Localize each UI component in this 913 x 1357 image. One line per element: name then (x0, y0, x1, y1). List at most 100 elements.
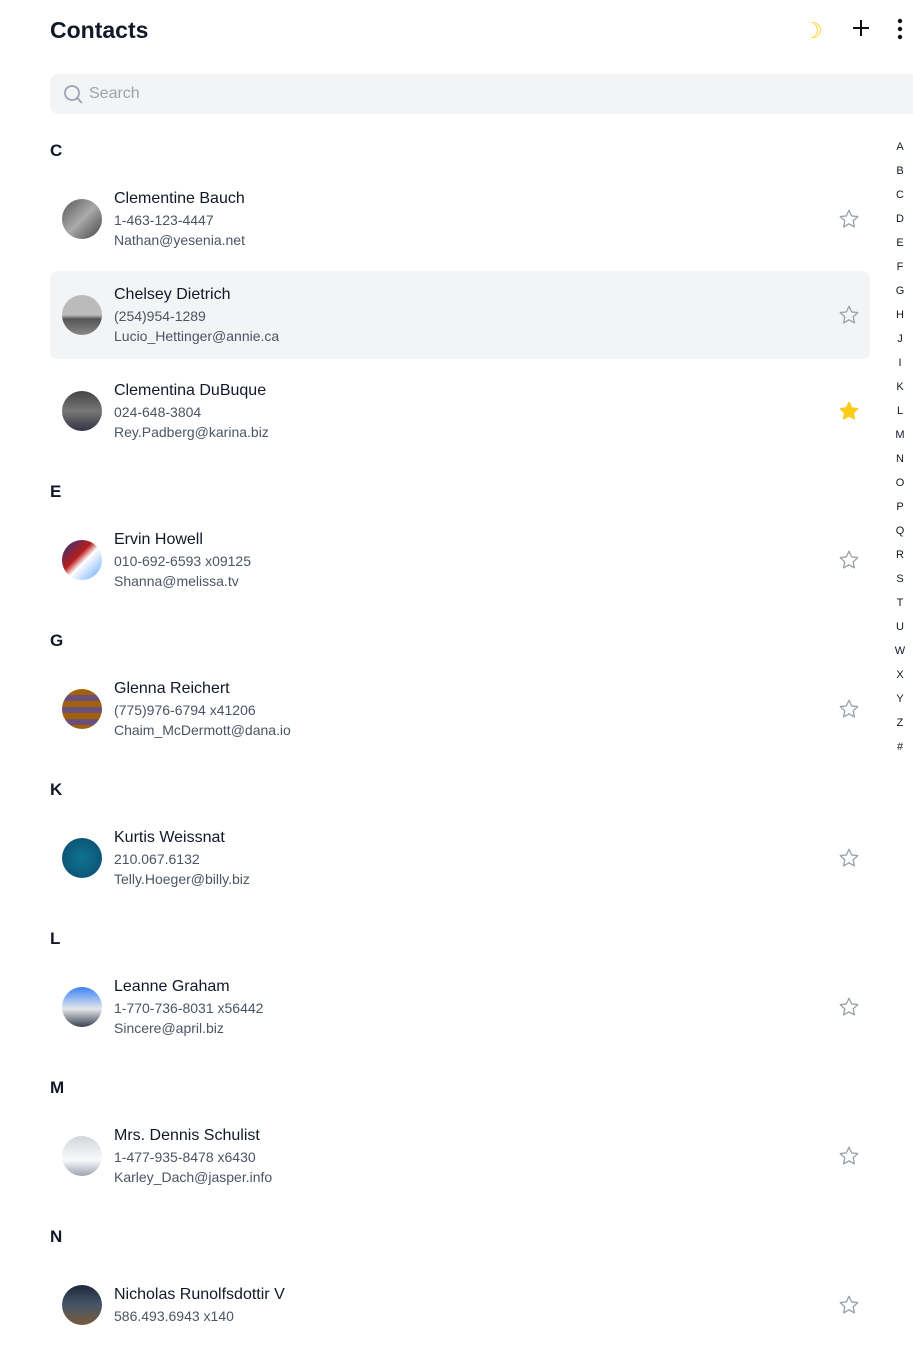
avatar (62, 540, 102, 580)
search-input[interactable] (89, 85, 789, 103)
alphabet-letter[interactable]: T (892, 597, 908, 621)
contact-email: Lucio_Hettinger@annie.ca (114, 328, 280, 344)
avatar (62, 987, 102, 1027)
star-icon (839, 305, 859, 324)
alphabet-letter[interactable]: P (892, 501, 908, 525)
contact-name: Kurtis Weissnat (114, 829, 225, 846)
favorite-toggle[interactable] (838, 847, 860, 874)
contact-row[interactable]: Nicholas Runolfsdottir V 586.493.6943 x1… (50, 1261, 870, 1349)
favorite-toggle[interactable] (838, 698, 860, 725)
alphabet-letter[interactable]: C (892, 189, 908, 213)
contact-row[interactable]: Kurtis Weissnat 210.067.6132 Telly.Hoege… (50, 814, 870, 902)
contact-row[interactable]: Glenna Reichert (775)976-6794 x41206 Cha… (50, 665, 870, 753)
section-header: E (50, 482, 62, 501)
alphabet-letter[interactable]: G (892, 285, 908, 309)
alphabet-letter[interactable]: O (892, 477, 908, 501)
avatar (62, 391, 102, 431)
star-icon (839, 1146, 859, 1165)
contact-phone: (254)954-1289 (114, 308, 206, 324)
alphabet-letter[interactable]: A (892, 141, 908, 165)
contact-name: Clementina DuBuque (114, 382, 267, 399)
contact-row[interactable]: Mrs. Dennis Schulist 1-477-935-8478 x643… (50, 1112, 870, 1200)
section-header: K (50, 780, 63, 799)
favorite-toggle[interactable] (838, 400, 860, 427)
search-bar[interactable] (50, 74, 913, 114)
alphabet-letter[interactable]: F (892, 261, 908, 285)
more-vertical-icon (897, 18, 903, 40)
section-header: N (50, 1227, 63, 1246)
contact-row[interactable]: Clementine Bauch 1-463-123-4447 Nathan@y… (50, 175, 870, 263)
star-icon (839, 209, 859, 228)
contact-row[interactable]: Leanne Graham 1-770-736-8031 x56442 Sinc… (50, 963, 870, 1051)
favorite-toggle[interactable] (838, 1145, 860, 1172)
alphabet-index: A B C D E F G H J I K L M N O P Q R S T U W X Y Z # (892, 141, 908, 765)
star-icon (839, 997, 859, 1016)
contact-name: Nicholas Runolfsdottir V (114, 1286, 285, 1303)
search-icon (64, 85, 83, 104)
star-filled-icon (839, 401, 859, 420)
avatar (62, 1285, 102, 1325)
favorite-toggle[interactable] (838, 549, 860, 576)
alphabet-letter[interactable]: S (892, 573, 908, 597)
section-header: M (50, 1078, 65, 1097)
contact-phone: 210.067.6132 (114, 851, 200, 867)
alphabet-letter[interactable]: J (892, 333, 908, 357)
alphabet-letter[interactable]: W (892, 645, 908, 669)
alphabet-letter[interactable]: I (892, 357, 908, 381)
contact-email: Shanna@melissa.tv (114, 573, 239, 589)
alphabet-letter[interactable]: N (892, 453, 908, 477)
contact-row[interactable]: Ervin Howell 010-692-6593 x09125 Shanna@… (50, 516, 870, 604)
more-menu-button[interactable] (897, 18, 903, 46)
contact-name: Glenna Reichert (114, 680, 230, 697)
page-title: Contacts (50, 17, 149, 43)
avatar (62, 199, 102, 239)
alphabet-letter[interactable]: # (892, 741, 908, 765)
alphabet-letter[interactable]: D (892, 213, 908, 237)
alphabet-letter[interactable]: Z (892, 717, 908, 741)
contact-email: Telly.Hoeger@billy.biz (114, 871, 250, 887)
alphabet-letter[interactable]: K (892, 381, 908, 405)
alphabet-letter[interactable]: B (892, 165, 908, 189)
contact-email: Chaim_McDermott@dana.io (114, 722, 291, 738)
plus-icon (853, 20, 869, 36)
contact-list: C Clementine Bauch 1-463-123-4447 Nathan… (50, 127, 870, 1357)
star-icon (839, 699, 859, 718)
contact-phone: (775)976-6794 x41206 (114, 702, 256, 718)
alphabet-letter[interactable]: X (892, 669, 908, 693)
add-contact-button[interactable] (851, 18, 871, 44)
section-header: L (50, 929, 61, 948)
contact-email: Karley_Dach@jasper.info (114, 1169, 273, 1185)
contact-phone: 010-692-6593 x09125 (114, 553, 252, 569)
star-icon (839, 848, 859, 867)
alphabet-letter[interactable]: Y (892, 693, 908, 717)
contact-name: Clementine Bauch (114, 190, 245, 207)
section-header: C (50, 141, 63, 160)
alphabet-letter[interactable]: H (892, 309, 908, 333)
contact-name: Mrs. Dennis Schulist (114, 1127, 260, 1144)
alphabet-letter[interactable]: Q (892, 525, 908, 549)
avatar (62, 1136, 102, 1176)
alphabet-letter[interactable]: L (892, 405, 908, 429)
contact-name: Ervin Howell (114, 531, 203, 548)
alphabet-letter[interactable]: M (892, 429, 908, 453)
contact-email: Sincere@april.biz (114, 1020, 224, 1036)
avatar (62, 295, 102, 335)
avatar (62, 838, 102, 878)
section-header: G (50, 631, 64, 650)
contact-phone: 1-770-736-8031 x56442 (114, 1000, 264, 1016)
favorite-toggle[interactable] (838, 304, 860, 331)
alphabet-letter[interactable]: E (892, 237, 908, 261)
contact-phone: 586.493.6943 x140 (114, 1308, 234, 1324)
moon-icon[interactable]: ☽ (803, 18, 823, 44)
star-icon (839, 1295, 859, 1314)
contact-phone: 024-648-3804 (114, 404, 202, 420)
alphabet-letter[interactable]: R (892, 549, 908, 573)
contact-row[interactable]: Clementina DuBuque 024-648-3804 Rey.Padb… (50, 367, 870, 455)
alphabet-letter[interactable]: U (892, 621, 908, 645)
favorite-toggle[interactable] (838, 208, 860, 235)
contact-row[interactable]: Chelsey Dietrich (254)954-1289 Lucio_Het… (50, 271, 870, 359)
favorite-toggle[interactable] (838, 996, 860, 1023)
contact-phone: 1-477-935-8478 x6430 (114, 1149, 256, 1165)
app-header: Contacts ☽ (50, 0, 913, 62)
avatar (62, 689, 102, 729)
